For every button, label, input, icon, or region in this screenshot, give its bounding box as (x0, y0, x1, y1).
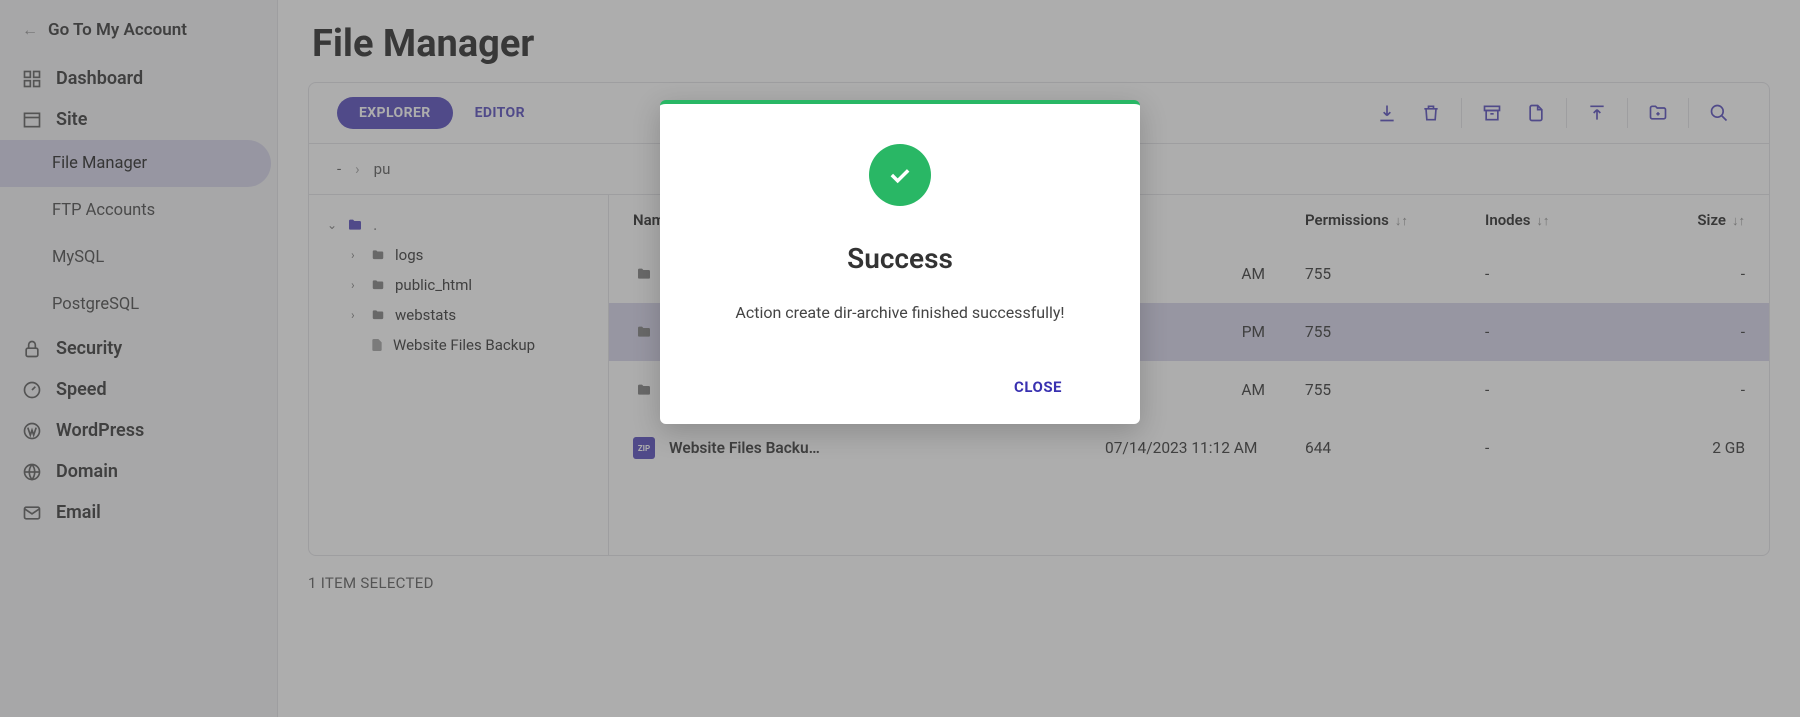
success-dialog: Success Action create dir-archive finish… (660, 100, 1140, 424)
check-circle-icon (869, 144, 931, 206)
modal-overlay[interactable]: Success Action create dir-archive finish… (0, 0, 1800, 717)
close-button[interactable]: CLOSE (1006, 370, 1110, 404)
dialog-title: Success (690, 242, 1110, 275)
dialog-message: Action create dir-archive finished succe… (690, 303, 1110, 322)
